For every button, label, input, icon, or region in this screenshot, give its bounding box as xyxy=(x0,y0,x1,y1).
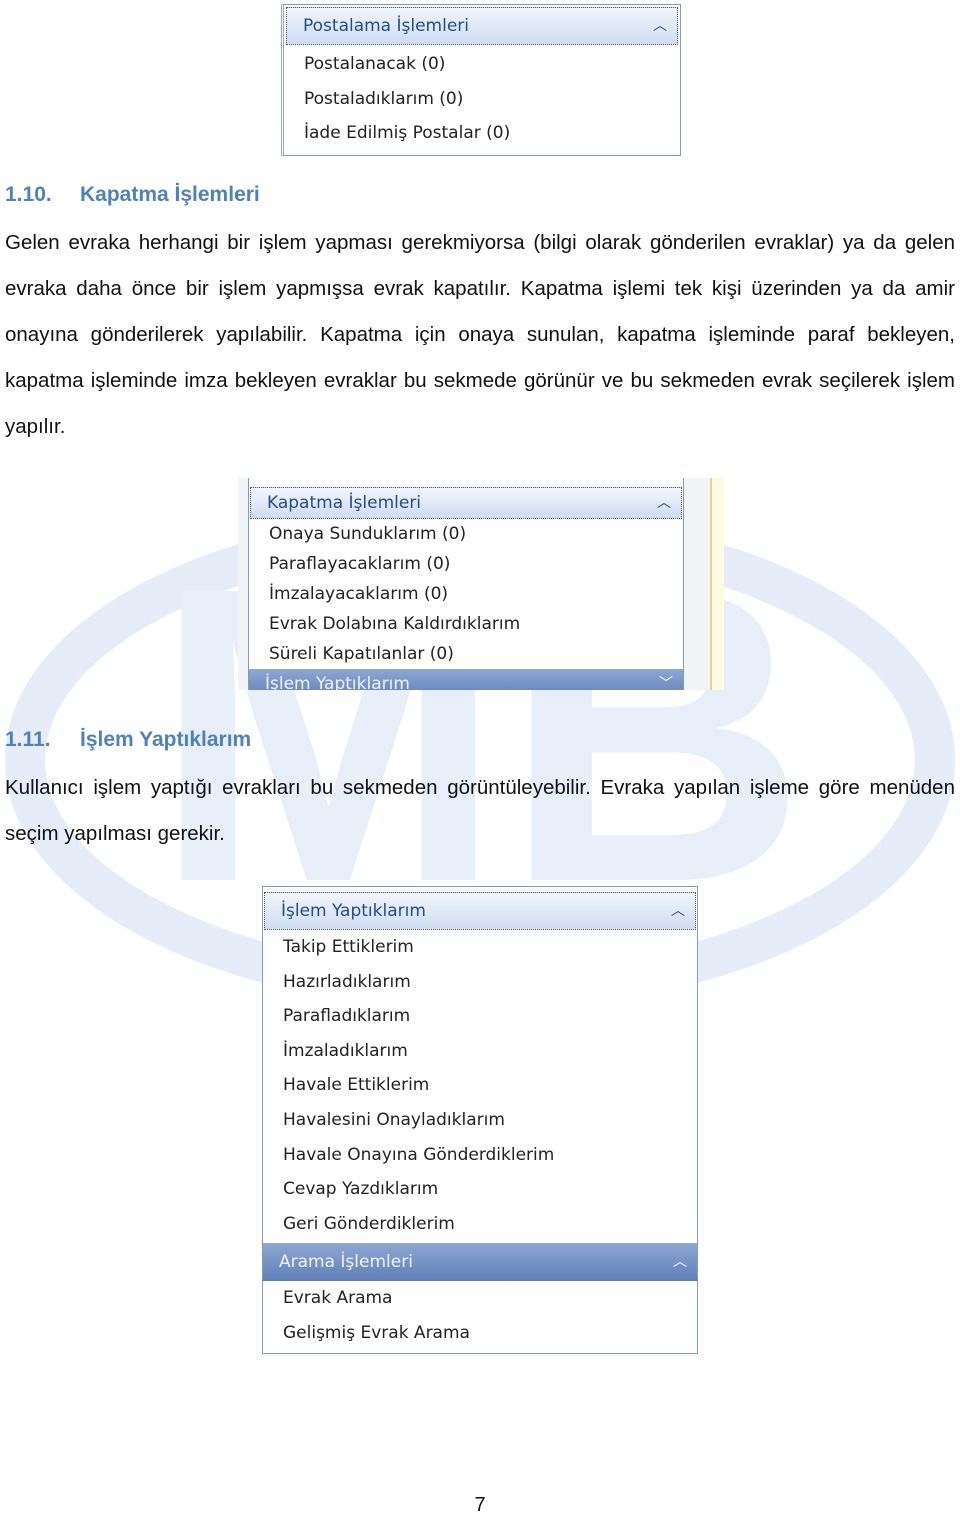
chevron-up-icon[interactable]: ︿ xyxy=(673,1243,687,1281)
panel-title: Kapatma İşlemleri xyxy=(267,493,422,513)
menu-item[interactable]: Hazırladıklarım xyxy=(263,965,697,1000)
chevron-up-icon[interactable]: ︿ xyxy=(671,893,685,929)
menu-item[interactable]: İmzaladıklarım xyxy=(263,1034,697,1069)
chevron-down-icon[interactable]: ﹀ xyxy=(659,669,673,690)
menu-item[interactable]: Onaya Sunduklarım (0) xyxy=(249,519,683,549)
menu-item[interactable]: Evrak Arama xyxy=(263,1281,697,1316)
menu-item[interactable]: Gelişmiş Evrak Arama xyxy=(263,1316,697,1351)
menu-item[interactable]: Havale Onayına Gönderdiklerim xyxy=(263,1138,697,1173)
menu-item[interactable]: Havalesini Onayladıklarım xyxy=(263,1103,697,1138)
section-number: 1.11. xyxy=(5,728,51,751)
arama-header[interactable]: Arama İşlemleri ︿ xyxy=(263,1243,697,1282)
menu-item[interactable]: Havale Ettiklerim xyxy=(263,1068,697,1103)
section-title: İşlem Yaptıklarım xyxy=(80,728,252,751)
side-strip xyxy=(710,478,724,690)
panel-title: Arama İşlemleri xyxy=(279,1252,413,1273)
section-title: Kapatma İşlemleri xyxy=(80,183,260,206)
body-paragraph: Gelen evraka herhangi bir işlem yapması … xyxy=(5,231,955,438)
panel-title: İşlem Yaptıklarım xyxy=(265,674,410,690)
menu-item[interactable]: Süreli Kapatılanlar (0) xyxy=(249,639,683,669)
menu-item[interactable]: Cevap Yazdıklarım xyxy=(263,1172,697,1207)
section-heading: 1.10. Kapatma İşlemleri xyxy=(5,183,260,207)
menu-item[interactable]: İmzalayacaklarım (0) xyxy=(249,579,683,609)
islem-panel: İşlem Yaptıklarım ︿ Takip Ettiklerim Hazı… xyxy=(262,886,698,1354)
chevron-up-icon[interactable]: ︿ xyxy=(653,8,667,44)
panel-title: İşlem Yaptıklarım xyxy=(281,901,426,921)
islem-header[interactable]: İşlem Yaptıklarım ︿ xyxy=(264,892,696,930)
document-page: MB Postalama İşlemleri ︿ Postalanacak (0)… xyxy=(0,0,960,1516)
menu-item[interactable]: Parafladıklarım xyxy=(263,999,697,1034)
panel-title: Postalama İşlemleri xyxy=(303,16,470,36)
menu-item[interactable]: Evrak Dolabına Kaldırdıklarım xyxy=(249,609,683,639)
section-heading: 1.11. İşlem Yaptıklarım xyxy=(5,728,251,752)
body-paragraph: Kullanıcı işlem yaptığı evrakları bu sek… xyxy=(5,776,955,845)
section-number: 1.10. xyxy=(5,183,52,206)
page-number: 7 xyxy=(474,1494,486,1516)
kapatma-panel: Kapatma İşlemleri ︿ Onaya Sunduklarım (0)… xyxy=(238,478,724,690)
menu-item[interactable]: Paraflayacaklarım (0) xyxy=(249,549,683,579)
chevron-up-icon[interactable]: ︿ xyxy=(657,488,671,518)
postalama-panel: Postalama İşlemleri ︿ Postalanacak (0) Po… xyxy=(281,4,681,156)
menu-item[interactable]: Geri Gönderdiklerim xyxy=(263,1207,697,1242)
islem-collapsed-header[interactable]: İşlem Yaptıklarım ﹀ xyxy=(249,669,683,690)
menu-item[interactable]: Postaladıklarım (0) xyxy=(284,82,680,117)
menu-item[interactable]: Postalanacak (0) xyxy=(284,47,680,82)
menu-item[interactable]: Takip Ettiklerim xyxy=(263,930,697,965)
postalama-header[interactable]: Postalama İşlemleri ︿ xyxy=(286,7,678,45)
menu-item[interactable]: İade Edilmiş Postalar (0) xyxy=(284,116,680,151)
kapatma-header[interactable]: Kapatma İşlemleri ︿ xyxy=(250,487,682,519)
